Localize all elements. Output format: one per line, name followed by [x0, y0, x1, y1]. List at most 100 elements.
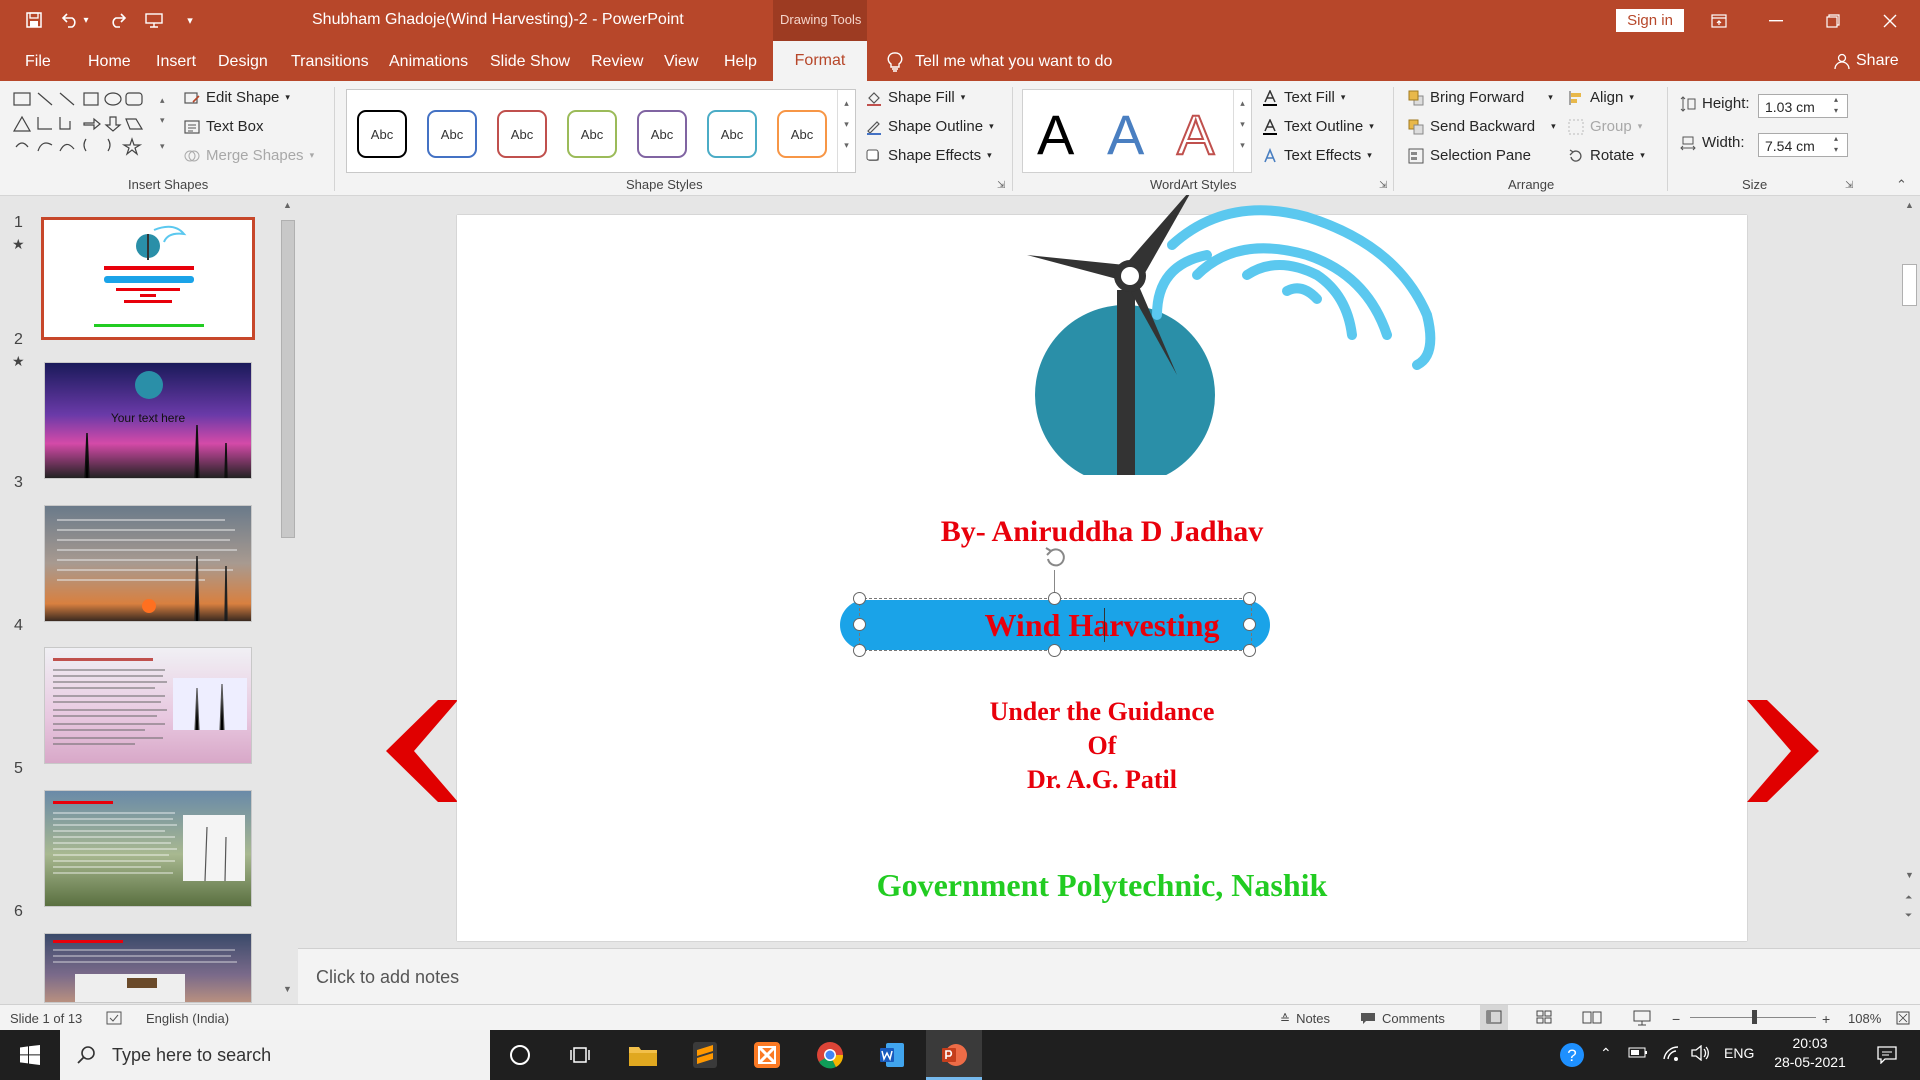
xampp-icon[interactable]: [739, 1030, 795, 1080]
cortana-icon[interactable]: [492, 1030, 548, 1080]
resize-handle[interactable]: [1048, 592, 1061, 605]
sign-in-button[interactable]: Sign in: [1616, 9, 1684, 32]
undo-icon[interactable]: [58, 9, 82, 31]
notes-button[interactable]: ≙ Notes: [1280, 1011, 1330, 1026]
start-from-beginning-icon[interactable]: [142, 9, 166, 31]
tab-transitions[interactable]: Transitions: [291, 53, 369, 71]
tab-file[interactable]: File: [25, 53, 51, 71]
resize-handle[interactable]: [1048, 644, 1061, 657]
slide-scrollbar-thumb[interactable]: [1902, 264, 1917, 306]
shapes-gallery[interactable]: [12, 89, 172, 173]
selection-pane-button[interactable]: Selection Pane: [1408, 147, 1531, 164]
shape-style-swatch[interactable]: Abc: [357, 110, 407, 158]
resize-handle[interactable]: [1243, 644, 1256, 657]
previous-slide-icon[interactable]: ⏶: [1905, 892, 1912, 903]
slide-thumbnail-4[interactable]: [44, 647, 252, 764]
shape-styles-more-icon[interactable]: ▴ ▾ ▾: [837, 90, 855, 172]
text-outline-button[interactable]: Text Outline ▾: [1262, 118, 1374, 135]
minimize-icon[interactable]: [1753, 0, 1799, 41]
shape-style-swatch[interactable]: Abc: [427, 110, 477, 158]
resize-handle[interactable]: [1243, 618, 1256, 631]
zoom-in-icon[interactable]: +: [1822, 1011, 1830, 1027]
text-fill-button[interactable]: Text Fill ▾: [1262, 89, 1345, 106]
thumbnail-scrollbar-thumb[interactable]: [281, 220, 295, 538]
close-icon[interactable]: [1867, 0, 1913, 41]
college-text[interactable]: Government Polytechnic, Nashik: [457, 867, 1747, 904]
comments-button[interactable]: Comments: [1360, 1011, 1445, 1026]
text-effects-button[interactable]: Text Effects ▾: [1262, 147, 1372, 164]
tab-format[interactable]: Format: [773, 41, 867, 81]
zoom-out-icon[interactable]: −: [1672, 1011, 1680, 1027]
previous-slide-arrow[interactable]: [386, 700, 458, 802]
tab-review[interactable]: Review: [591, 53, 643, 71]
volume-icon[interactable]: [1690, 1045, 1710, 1061]
shape-style-swatch[interactable]: Abc: [637, 110, 687, 158]
tab-slide-show[interactable]: Slide Show: [490, 53, 570, 71]
collapse-ribbon-icon[interactable]: ⌃: [1896, 177, 1907, 193]
wordart-more-icon[interactable]: ▴ ▾ ▾: [1233, 90, 1251, 172]
slide-scrollbar[interactable]: ▲ ▼ ⏶ ⏷: [1900, 196, 1920, 948]
tab-view[interactable]: View: [664, 53, 698, 71]
next-slide-arrow[interactable]: [1747, 700, 1819, 802]
resize-handle[interactable]: [853, 618, 866, 631]
wordart-style-black[interactable]: A: [1037, 102, 1074, 167]
shape-outline-button[interactable]: Shape Outline ▾: [866, 118, 994, 135]
guidance-line-2[interactable]: Of: [457, 731, 1747, 761]
windows-start-icon[interactable]: [2, 1030, 58, 1080]
slide-canvas[interactable]: By- Aniruddha D Jadhav Wind Harvesting U…: [457, 195, 1747, 941]
text-box-button[interactable]: Text Box: [184, 118, 264, 135]
slide-thumbnail-3[interactable]: [44, 505, 252, 622]
dialog-launcher-icon[interactable]: ⇲: [997, 180, 1005, 191]
sublime-text-icon[interactable]: [677, 1030, 733, 1080]
slide-thumbnail-1[interactable]: [41, 217, 255, 340]
tab-design[interactable]: Design: [218, 53, 268, 71]
chrome-icon[interactable]: [802, 1030, 858, 1080]
clock[interactable]: 20:03 28-05-2021: [1768, 1035, 1852, 1070]
rotate-button[interactable]: Rotate ▾: [1568, 147, 1645, 164]
dialog-launcher-icon[interactable]: ⇲: [1379, 180, 1387, 191]
author-text[interactable]: By- Aniruddha D Jadhav: [457, 515, 1747, 549]
fit-slide-icon[interactable]: [1896, 1011, 1910, 1025]
undo-dropdown-icon[interactable]: ▾: [80, 9, 92, 31]
input-language[interactable]: ENG: [1724, 1045, 1754, 1061]
redo-icon[interactable]: [106, 9, 130, 31]
shape-style-swatch[interactable]: Abc: [497, 110, 547, 158]
guidance-line-3[interactable]: Dr. A.G. Patil: [457, 765, 1747, 795]
guidance-line-1[interactable]: Under the Guidance: [457, 697, 1747, 727]
slide-thumbnail-2[interactable]: Your text here: [44, 362, 252, 479]
zoom-slider-thumb[interactable]: [1752, 1010, 1757, 1024]
shape-fill-button[interactable]: Shape Fill ▾: [866, 89, 965, 106]
customize-qat-icon[interactable]: ▾: [178, 9, 202, 31]
normal-view-button[interactable]: [1480, 1005, 1508, 1030]
notifications-icon[interactable]: [1862, 1030, 1912, 1080]
slide-thumbnail-6[interactable]: [44, 933, 252, 1003]
merge-shapes-button[interactable]: Merge Shapes ▾: [184, 147, 314, 164]
notes-pane[interactable]: Click to add notes: [298, 948, 1920, 1004]
language-indicator[interactable]: English (India): [146, 1011, 229, 1026]
word-icon[interactable]: [864, 1030, 920, 1080]
slide-sorter-view-button[interactable]: [1530, 1005, 1558, 1030]
ribbon-display-options-icon[interactable]: [1696, 0, 1742, 41]
resize-handle[interactable]: [1243, 592, 1256, 605]
help-icon[interactable]: ?: [1552, 1030, 1592, 1080]
tab-home[interactable]: Home: [88, 53, 131, 71]
next-slide-icon[interactable]: ⏷: [1905, 910, 1912, 921]
powerpoint-icon[interactable]: [926, 1030, 982, 1080]
shape-style-swatch[interactable]: Abc: [777, 110, 827, 158]
slide-thumbnail-5[interactable]: [44, 790, 252, 907]
file-explorer-icon[interactable]: [615, 1030, 671, 1080]
resize-handle[interactable]: [853, 592, 866, 605]
shape-style-swatch[interactable]: Abc: [567, 110, 617, 158]
show-hidden-icons-icon[interactable]: ⌃: [1600, 1045, 1612, 1062]
tab-help[interactable]: Help: [724, 53, 757, 71]
wordart-style-red-outline[interactable]: A: [1176, 102, 1215, 167]
reading-view-button[interactable]: [1578, 1005, 1606, 1030]
title-text[interactable]: Wind Harvesting: [457, 607, 1747, 644]
group-button[interactable]: Group ▾: [1568, 118, 1642, 135]
rotate-handle-icon[interactable]: [1040, 542, 1070, 572]
taskbar-search-box[interactable]: Type here to search: [60, 1030, 490, 1080]
thumbnail-scrollbar[interactable]: ▲ ▼: [279, 196, 298, 1004]
align-button[interactable]: Align ▾: [1568, 89, 1634, 106]
spelling-check-icon[interactable]: [106, 1011, 122, 1025]
save-icon[interactable]: [22, 9, 46, 31]
